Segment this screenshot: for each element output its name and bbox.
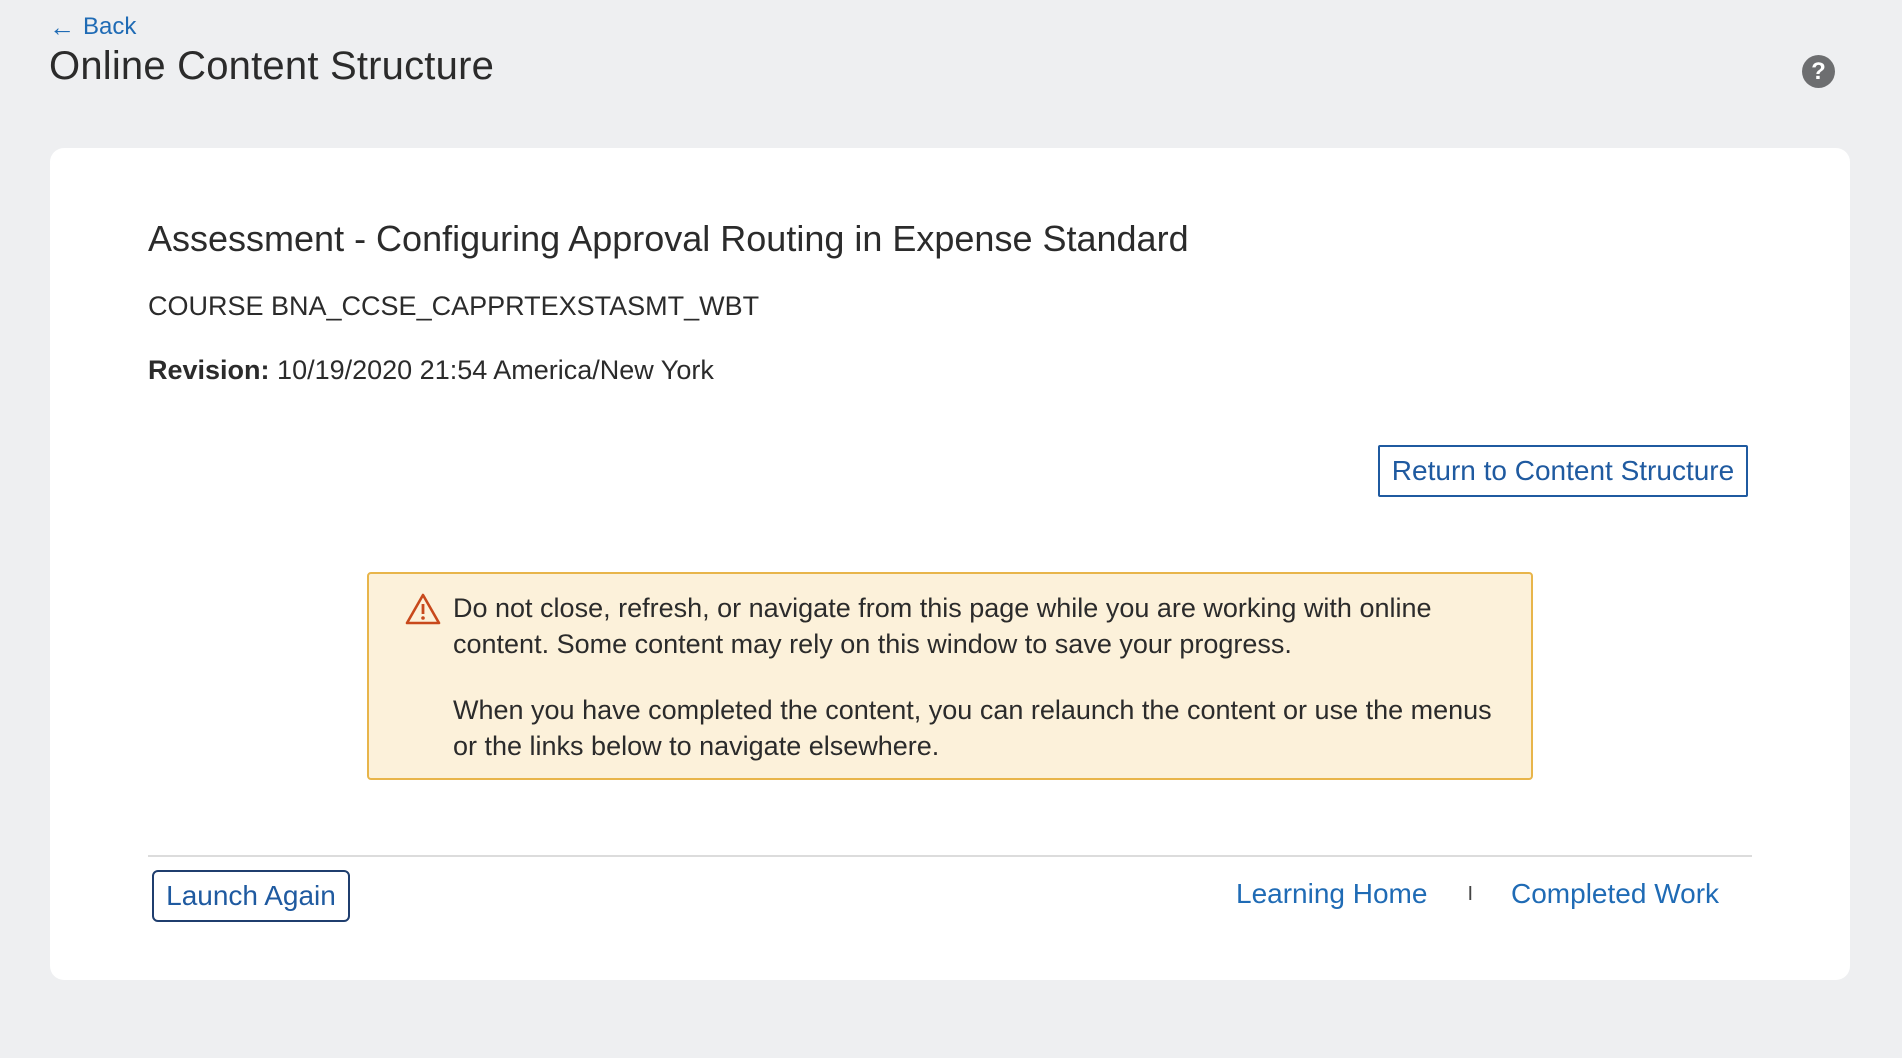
learning-home-link[interactable]: Learning Home: [1236, 878, 1427, 910]
back-arrow-icon: ←: [49, 12, 75, 42]
assessment-title: Assessment - Configuring Approval Routin…: [148, 218, 1189, 259]
content-card: Assessment - Configuring Approval Routin…: [50, 148, 1850, 980]
warning-alert: Do not close, refresh, or navigate from …: [367, 572, 1533, 780]
page-title: Online Content Structure: [49, 44, 495, 88]
divider: [148, 855, 1752, 857]
warning-paragraph-1: Do not close, refresh, or navigate from …: [453, 593, 1432, 659]
footer-links: Learning Home I Completed Work: [1236, 878, 1719, 910]
back-link[interactable]: ← Back: [49, 13, 136, 41]
revision-label: Revision:: [148, 355, 270, 385]
course-code: COURSE BNA_CCSE_CAPPRTEXSTASMT_WBT: [148, 291, 760, 321]
revision-value: 10/19/2020 21:54 America/New York: [277, 355, 714, 385]
help-icon[interactable]: ?: [1802, 55, 1835, 88]
launch-again-button[interactable]: Launch Again: [152, 870, 350, 922]
warning-triangle-icon: [405, 593, 441, 625]
warning-text: Do not close, refresh, or navigate from …: [453, 590, 1513, 794]
back-label: Back: [83, 13, 137, 40]
warning-paragraph-2: When you have completed the content, you…: [453, 695, 1492, 761]
completed-work-link[interactable]: Completed Work: [1511, 878, 1719, 910]
revision-info: Revision: 10/19/2020 21:54 America/New Y…: [148, 355, 714, 386]
link-separator: I: [1467, 882, 1474, 905]
return-to-content-structure-button[interactable]: Return to Content Structure: [1378, 445, 1748, 497]
